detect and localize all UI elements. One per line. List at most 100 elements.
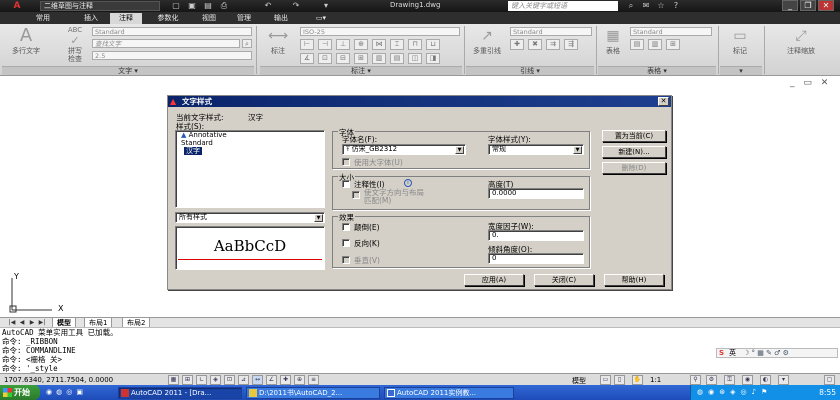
dim-tool-icon[interactable]: ▤ xyxy=(390,53,404,64)
text-style-combo[interactable]: Standard xyxy=(92,27,252,36)
table-tool-icon[interactable]: ▤ xyxy=(630,39,644,50)
tab-parametric[interactable]: 参数化 xyxy=(148,13,188,24)
taskbar-button-document[interactable]: AutoCAD 2011实例教... xyxy=(384,387,514,399)
chevron-down-icon[interactable]: ▼ xyxy=(455,146,464,154)
table-style-combo[interactable]: Standard xyxy=(630,27,712,36)
search-input[interactable]: 键入关键字或短语 xyxy=(508,1,618,11)
quick-view-drawings-icon[interactable]: ▯ xyxy=(614,375,625,385)
status-toggle-icon[interactable]: ✚ xyxy=(280,375,291,385)
dim-tool-icon[interactable]: ⊓ xyxy=(408,39,422,50)
tab-view[interactable]: 视图 xyxy=(194,13,224,24)
status-toggle-icon[interactable]: ⊡ xyxy=(224,375,235,385)
next-tab-icon[interactable]: ▶ xyxy=(28,319,36,327)
chevron-down-icon[interactable]: ▼ xyxy=(573,146,582,154)
dim-tool-icon[interactable]: ◨ xyxy=(426,53,440,64)
table-panel-label[interactable]: 表格 ▾ xyxy=(598,66,716,75)
set-current-button[interactable]: 置为当前(C) xyxy=(602,130,666,142)
tab-output[interactable]: 输出 xyxy=(264,13,298,24)
dimension-button[interactable]: ⟷ 标注 xyxy=(264,26,292,56)
communication-center-icon[interactable]: ✉ xyxy=(640,1,652,11)
help-button[interactable]: 帮助(H) xyxy=(604,274,664,286)
start-button[interactable]: 开始 xyxy=(0,385,40,400)
leader-style-combo[interactable]: Standard xyxy=(510,27,592,36)
leader-tool-icon[interactable]: ✖ xyxy=(528,39,542,50)
table-tool-icon[interactable]: ⊞ xyxy=(666,39,680,50)
width-factor-input[interactable]: 0. xyxy=(488,230,584,241)
last-tab-icon[interactable]: ▶| xyxy=(38,319,46,327)
status-toggle-icon[interactable]: ∠ xyxy=(266,375,277,385)
status-toggle-icon[interactable]: ∟ xyxy=(196,375,207,385)
previous-tab-icon[interactable]: ◀ xyxy=(18,319,26,327)
upside-down-checkbox[interactable] xyxy=(342,223,350,231)
tab-more[interactable]: ▭▾ xyxy=(310,13,332,24)
dim-tool-icon[interactable]: ⊣ xyxy=(318,39,332,50)
search-icon[interactable]: ⌕ xyxy=(625,1,637,11)
leader-tool-icon[interactable]: ⇶ xyxy=(564,39,578,50)
new-style-button[interactable]: 新建(N)... xyxy=(602,146,666,158)
backwards-checkbox[interactable] xyxy=(342,239,350,247)
coordinate-readout[interactable]: 1707.6340, 2711.7504, 0.0000 xyxy=(4,376,113,384)
multiline-text-button[interactable]: A 多行文字 xyxy=(6,26,46,56)
hardware-acceleration-icon[interactable]: ◉ xyxy=(742,375,753,385)
quick-access-undo-icon[interactable]: ↶ xyxy=(262,1,274,11)
dimension-panel-label[interactable]: 标注 ▾ xyxy=(260,66,462,75)
isolate-objects-icon[interactable]: ◐ xyxy=(760,375,771,385)
quick-access-plot-icon[interactable]: ⎙ xyxy=(218,1,230,11)
clean-screen-icon[interactable]: ▢ xyxy=(824,375,835,385)
status-toggle-icon[interactable]: ◈ xyxy=(210,375,221,385)
dim-tool-icon[interactable]: ⊕ xyxy=(354,39,368,50)
apply-button[interactable]: 应用(A) xyxy=(464,274,524,286)
tray-icons[interactable]: ◍◉⊛◈◎♪⚑ xyxy=(697,388,772,396)
match-layout-checkbox[interactable] xyxy=(352,191,360,199)
status-toggle-icon[interactable]: ⊿ xyxy=(238,375,249,385)
taskbar-button-autocad[interactable]: AutoCAD 2011 - [Dra... xyxy=(118,387,242,399)
tab-insert[interactable]: 插入 xyxy=(74,13,108,24)
close-dialog-button[interactable]: 关闭(C) xyxy=(534,274,594,286)
dim-tool-icon[interactable]: ⊡ xyxy=(318,53,332,64)
annotation-visibility-icon[interactable]: ⚲ xyxy=(690,375,701,385)
quick-access-dropdown-icon[interactable]: ▾ xyxy=(320,1,332,11)
height-input[interactable]: 0.0000 xyxy=(488,188,584,199)
dim-tool-icon[interactable]: ▥ xyxy=(372,53,386,64)
quick-launch-icons[interactable]: ◉◍◎▣ xyxy=(46,388,106,398)
dim-tool-icon[interactable]: ⌶ xyxy=(390,39,404,50)
favorites-icon[interactable]: ☆ xyxy=(655,1,667,11)
annotation-scale[interactable]: 1:1 xyxy=(650,376,661,384)
status-toggle-icon[interactable]: ≡ xyxy=(308,375,319,385)
text-height-combo[interactable]: 2.5 xyxy=(92,51,252,60)
command-prompt-line[interactable]: 命令: '_style xyxy=(2,364,840,373)
pan-icon[interactable]: ✋ xyxy=(632,375,643,385)
status-toggle-icon[interactable]: ↔ xyxy=(252,375,263,385)
first-tab-icon[interactable]: |◀ xyxy=(8,319,16,327)
dimension-style-combo[interactable]: ISO-25 xyxy=(300,27,460,36)
clock[interactable]: 8:55 xyxy=(819,385,836,400)
vertical-checkbox[interactable] xyxy=(342,256,350,264)
drawing-window-controls[interactable]: _ ▭ ✕ xyxy=(790,78,831,88)
dim-tool-icon[interactable]: ⋈ xyxy=(372,39,386,50)
dim-tool-icon[interactable]: ⊔ xyxy=(426,39,440,50)
quick-access-new-icon[interactable]: ▢ xyxy=(170,1,182,11)
find-icon[interactable]: ⌕ xyxy=(242,39,252,48)
tab-manage[interactable]: 管理 xyxy=(228,13,260,24)
lock-icon[interactable]: ⚿ xyxy=(724,375,735,385)
find-text-input[interactable]: 查找文字 xyxy=(92,39,240,48)
minimize-button[interactable]: _ xyxy=(782,0,798,11)
command-window[interactable]: AutoCAD 菜单实用工具 已加载。 命令: _RIBBON 命令: COMM… xyxy=(0,327,840,373)
leader-tool-icon[interactable]: ⇉ xyxy=(546,39,560,50)
status-toggle-icon[interactable]: ⊞ xyxy=(182,375,193,385)
table-tool-icon[interactable]: ▥ xyxy=(648,39,662,50)
delete-style-button[interactable]: 删除(D) xyxy=(602,162,666,174)
markup-button[interactable]: ▭ 标记 xyxy=(722,26,758,56)
font-style-select[interactable]: 常规 ▼ xyxy=(488,144,584,155)
ime-s-icon[interactable]: S xyxy=(719,349,724,357)
ime-language[interactable]: 英 xyxy=(729,349,736,357)
maximize-button[interactable]: ❐ xyxy=(800,0,816,11)
style-list[interactable]: ▲ Annotative Standard 汉字 xyxy=(175,130,325,208)
ime-toolbar[interactable]: S 英 ☽ ° ▦ ✎ ♂ ⚙ xyxy=(716,348,838,358)
taskbar-button-folder[interactable]: D:\2011书\AutoCAD_2... xyxy=(246,387,380,399)
dim-tool-icon[interactable]: ⊟ xyxy=(336,53,350,64)
tab-annotate[interactable]: 注释 xyxy=(110,13,142,24)
annotation-scaling-button[interactable]: ⤢ 注释缩放 xyxy=(768,26,834,56)
quick-access-save-icon[interactable]: ▤ xyxy=(202,1,214,11)
info-icon[interactable]: i xyxy=(404,179,412,187)
